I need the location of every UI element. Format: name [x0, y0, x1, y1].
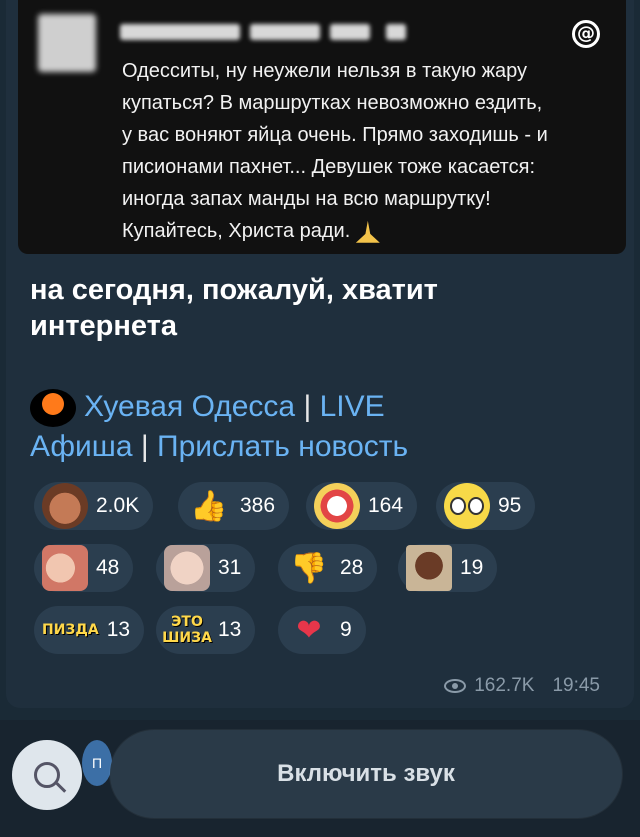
- reaction-count: 13: [106, 618, 131, 641]
- blurred-time: [330, 24, 370, 40]
- channel-name-link[interactable]: Хуевая Одесса: [84, 390, 295, 423]
- reaction-count: 13: [218, 618, 242, 641]
- reaction-clown[interactable]: 164: [306, 482, 418, 530]
- views-eye-icon: [444, 679, 467, 693]
- reaction-thumbs-up[interactable]: 👍 386: [178, 482, 290, 530]
- reaction-count: 164: [368, 494, 404, 517]
- wide-eyes-icon: [444, 483, 490, 529]
- blurred-handle: [250, 24, 320, 40]
- afisha-link[interactable]: Афиша: [30, 430, 133, 463]
- peek-avatar: П: [82, 740, 112, 786]
- reaction-count: 48: [96, 556, 120, 579]
- message-bubble[interactable]: @ Одесситы, ну неужели нельзя в такую жа…: [6, 0, 634, 708]
- blurred-avatar: [38, 14, 96, 72]
- message-headline: на сегодня, пожалуй, хватит интернета: [30, 274, 438, 342]
- search-button[interactable]: [12, 740, 82, 810]
- heart-icon: ❤: [296, 613, 322, 647]
- reaction-shocked-man[interactable]: 19: [398, 544, 498, 592]
- praying-hands-icon: [355, 220, 380, 243]
- separator: |: [132, 430, 158, 463]
- eto-shiza-sticker-icon: ЭТО ШИЗА: [162, 614, 212, 646]
- reaction-count: 31: [218, 556, 242, 579]
- reaction-face-sticker-2[interactable]: 31: [156, 544, 256, 592]
- search-icon: [34, 762, 60, 788]
- channel-signature: Хуевая Одесса | LIVE: [30, 388, 385, 428]
- blurred-username: [120, 24, 240, 40]
- reaction-count: 2.0K: [96, 494, 140, 517]
- reaction-face-sticker[interactable]: 48: [34, 544, 134, 592]
- blurred-mark: [386, 24, 406, 40]
- shocked-man-icon: [406, 545, 452, 591]
- clown-icon: [314, 483, 360, 529]
- view-count: 162.7K: [474, 675, 535, 696]
- face-sticker-icon: [42, 545, 88, 591]
- separator: |: [295, 390, 320, 423]
- reaction-count: 386: [240, 494, 276, 517]
- reaction-eto-shiza-sticker[interactable]: ЭТО ШИЗА 13: [156, 606, 256, 654]
- submit-news-link[interactable]: Прислать новость: [157, 430, 408, 463]
- thumbs-down-icon: 👎: [290, 551, 328, 585]
- message-time: 19:45: [552, 675, 600, 696]
- reaction-pizda-sticker[interactable]: ПИЗДА 13: [34, 606, 145, 654]
- reaction-count: 95: [498, 494, 522, 517]
- live-link[interactable]: LIVE: [320, 390, 385, 423]
- reaction-count: 28: [340, 556, 364, 579]
- laughing-face-icon: [42, 483, 88, 529]
- reaction-count: 19: [460, 556, 484, 579]
- channel-links: Афиша | Прислать новость: [30, 428, 408, 466]
- post-text: Одесситы, ну неужели нельзя в такую жару…: [122, 55, 612, 247]
- unmute-button[interactable]: Включить звук: [110, 730, 622, 818]
- threads-logo-icon: @: [572, 20, 600, 48]
- reaction-thumbs-down[interactable]: 👎 28: [278, 544, 378, 592]
- reaction-wide-eyes[interactable]: 95: [436, 482, 536, 530]
- channel-logo-icon: [30, 389, 76, 428]
- post-text-body: Одесситы, ну неужели нельзя в такую жару…: [122, 60, 548, 242]
- reaction-laughing[interactable]: 2.0K: [34, 482, 154, 530]
- face-sticker-2-icon: [164, 545, 210, 591]
- message-meta: 162.7K 19:45: [444, 675, 600, 697]
- pizda-sticker-icon: ПИЗДА: [42, 622, 99, 638]
- reaction-count: 9: [340, 618, 352, 641]
- reaction-heart[interactable]: ❤ 9: [278, 606, 366, 654]
- post-screenshot-image[interactable]: @ Одесситы, ну неужели нельзя в такую жа…: [18, 0, 626, 254]
- thumbs-up-icon: 👍: [190, 489, 228, 523]
